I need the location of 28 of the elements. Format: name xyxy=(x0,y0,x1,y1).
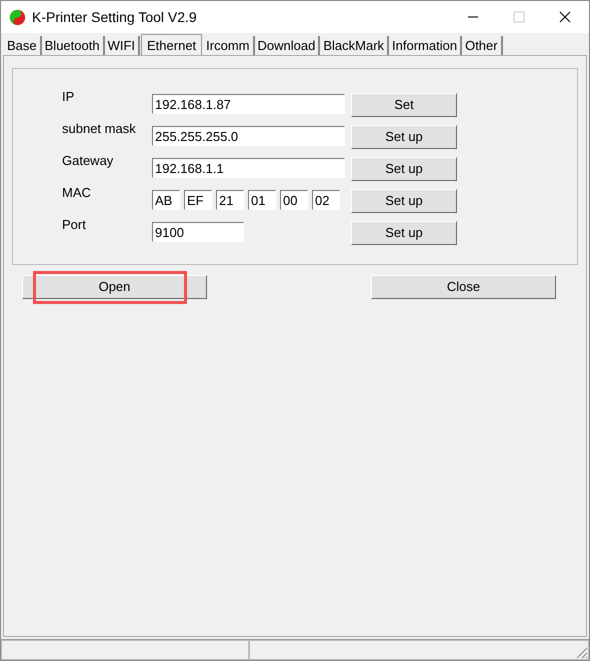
input-field[interactable]: 02 xyxy=(312,190,340,210)
field-label: Port xyxy=(62,216,87,234)
input-field[interactable]: AB xyxy=(152,190,180,210)
tab[interactable]: WIFI xyxy=(104,36,140,55)
app-logo-icon xyxy=(9,8,26,26)
input-field[interactable]: 01 xyxy=(248,190,276,210)
field-label: MAC xyxy=(62,184,92,202)
field-label: IP xyxy=(62,88,76,106)
window-title: K-Printer Setting Tool V2.9 xyxy=(32,8,197,27)
input-field[interactable]: 192.168.1.87 xyxy=(152,94,345,114)
input-field[interactable]: 00 xyxy=(280,190,308,210)
set-button[interactable]: Set xyxy=(351,93,457,117)
field-label: Gateway xyxy=(62,152,114,170)
resize-grip-icon[interactable] xyxy=(574,645,588,659)
field-label: subnet mask xyxy=(62,120,137,138)
input-field[interactable]: EF xyxy=(184,190,212,210)
input-field[interactable]: 21 xyxy=(216,190,244,210)
close-icon[interactable] xyxy=(559,11,571,23)
action-button[interactable]: Open xyxy=(22,275,207,299)
input-field[interactable]: 9100 xyxy=(152,222,244,242)
action-button[interactable]: Close xyxy=(371,275,556,299)
set-button[interactable]: Set up xyxy=(351,221,457,245)
set-button[interactable]: Set up xyxy=(351,157,457,181)
input-field[interactable]: 192.168.1.1 xyxy=(152,158,345,178)
tab[interactable]: Ethernet xyxy=(141,34,202,56)
set-button[interactable]: Set up xyxy=(351,189,457,213)
input-field[interactable]: 255.255.255.0 xyxy=(152,126,345,146)
set-button[interactable]: Set up xyxy=(351,125,457,149)
